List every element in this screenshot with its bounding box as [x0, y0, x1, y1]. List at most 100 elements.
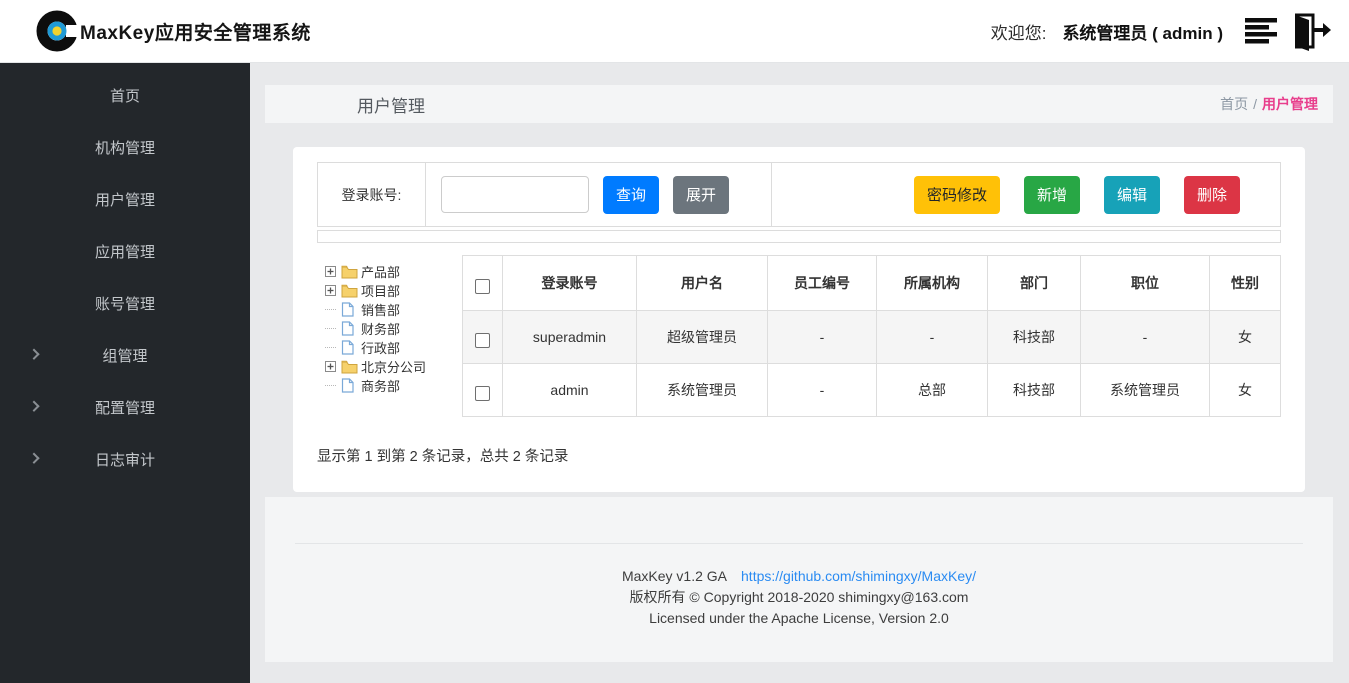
tree-expander-icon[interactable] — [325, 266, 336, 277]
tree-item[interactable]: 北京分公司 — [325, 357, 462, 376]
file-icon — [341, 378, 358, 393]
org-tree: 产品部 项目部 销售部 财务部 行政部 — [317, 255, 462, 417]
table-cell: - — [1081, 311, 1210, 364]
table-cell: - — [768, 364, 877, 417]
tree-item-label: 销售部 — [361, 300, 400, 319]
tree-connector — [325, 347, 336, 348]
footer-copyright: 版权所有 © Copyright 2018-2020 shimingxy@163… — [265, 587, 1333, 608]
sidebar-item[interactable]: 机构管理 — [0, 121, 250, 173]
tree-connector — [325, 328, 336, 329]
select-all-header-cell — [463, 256, 503, 311]
pagination-info: 显示第 1 到第 2 条记录，总共 2 条记录 — [317, 445, 1281, 466]
sidebar-item-label: 日志审计 — [95, 449, 155, 470]
search-label: 登录账号: — [318, 163, 426, 226]
delete-button[interactable]: 删除 — [1184, 176, 1240, 214]
sidebar-item-label: 应用管理 — [95, 241, 155, 262]
footer-divider — [295, 543, 1303, 544]
tree-connector — [325, 309, 336, 310]
table-row[interactable]: admin系统管理员-总部科技部系统管理员女 — [463, 364, 1281, 417]
current-user: 系统管理员 ( admin ) — [1062, 19, 1223, 44]
breadcrumb-home-link[interactable]: 首页 — [1220, 96, 1248, 112]
tree-item-label: 行政部 — [361, 338, 400, 357]
sidebar-nav: 首页 机构管理 用户管理 应用管理 账号管理 组管理 配置管理 日志审计 — [0, 63, 250, 683]
folder-icon — [341, 283, 358, 298]
edit-button[interactable]: 编辑 — [1104, 176, 1160, 214]
sidebar-item[interactable]: 首页 — [0, 69, 250, 121]
column-header: 所属机构 — [877, 256, 988, 311]
search-toolbar: 登录账号: 查询 展开 密码修改 新增 编辑 删除 — [317, 162, 1281, 227]
chevron-right-icon — [28, 453, 39, 464]
page-title: 用户管理 — [357, 92, 425, 117]
table-cell: superadmin — [503, 311, 637, 364]
sidebar-item[interactable]: 账号管理 — [0, 277, 250, 329]
sidebar-item[interactable]: 日志审计 — [0, 433, 250, 485]
page-title-bar: 用户管理 首页/用户管理 — [265, 85, 1333, 123]
tree-item-label: 北京分公司 — [361, 357, 426, 376]
footer: MaxKey v1.2 GA https://github.com/shiming… — [265, 497, 1333, 662]
tree-item-label: 项目部 — [361, 281, 400, 300]
row-checkbox[interactable] — [475, 333, 490, 348]
sidebar-item-label: 机构管理 — [95, 137, 155, 158]
tree-connector — [325, 385, 336, 386]
column-header: 性别 — [1210, 256, 1281, 311]
table-cell: 系统管理员 — [1081, 364, 1210, 417]
tree-item[interactable]: 财务部 — [325, 319, 462, 338]
table-cell: 总部 — [877, 364, 988, 417]
users-table: 登录账号用户名员工编号所属机构部门职位性别 superadmin超级管理员--科… — [462, 255, 1281, 417]
row-checkbox[interactable] — [475, 386, 490, 401]
welcome-label: 欢迎您: — [991, 19, 1047, 44]
login-account-input[interactable] — [441, 176, 589, 213]
tree-item-label: 财务部 — [361, 319, 400, 338]
file-icon — [341, 340, 358, 355]
column-header: 职位 — [1081, 256, 1210, 311]
sidebar-item-label: 首页 — [110, 85, 140, 106]
row-checkbox-cell — [463, 364, 503, 417]
footer-version: MaxKey v1.2 GA — [622, 568, 727, 584]
table-row[interactable]: superadmin超级管理员--科技部-女 — [463, 311, 1281, 364]
tree-item-label: 产品部 — [361, 262, 400, 281]
maxkey-logo-icon — [36, 10, 78, 52]
tree-item-label: 商务部 — [361, 376, 400, 395]
table-cell: 系统管理员 — [637, 364, 768, 417]
sidebar-item-label: 配置管理 — [95, 397, 155, 418]
footer-version-line: MaxKey v1.2 GA https://github.com/shiming… — [265, 566, 1333, 587]
sidebar-item[interactable]: 配置管理 — [0, 381, 250, 433]
column-header: 登录账号 — [503, 256, 637, 311]
table-cell: admin — [503, 364, 637, 417]
app-title: MaxKey应用安全管理系统 — [80, 18, 311, 45]
table-cell: - — [768, 311, 877, 364]
sidebar-item-label: 用户管理 — [95, 189, 155, 210]
folder-icon — [341, 264, 358, 279]
column-header: 用户名 — [637, 256, 768, 311]
folder-icon — [341, 359, 358, 374]
table-cell: - — [877, 311, 988, 364]
tree-item[interactable]: 产品部 — [325, 262, 462, 281]
table-cell: 科技部 — [988, 364, 1081, 417]
sidebar-item[interactable]: 组管理 — [0, 329, 250, 381]
add-button[interactable]: 新增 — [1024, 176, 1080, 214]
file-icon — [341, 302, 358, 317]
query-button[interactable]: 查询 — [603, 176, 659, 214]
breadcrumb-current: 用户管理 — [1262, 96, 1318, 112]
column-header: 部门 — [988, 256, 1081, 311]
tree-item[interactable]: 商务部 — [325, 376, 462, 395]
top-header: MaxKey应用安全管理系统 欢迎您: 系统管理员 ( admin ) — [0, 0, 1349, 63]
table-cell: 超级管理员 — [637, 311, 768, 364]
table-cell: 女 — [1210, 364, 1281, 417]
footer-github-link[interactable]: https://github.com/shimingxy/MaxKey/ — [741, 568, 976, 584]
tree-item[interactable]: 行政部 — [325, 338, 462, 357]
logout-icon[interactable] — [1287, 11, 1331, 51]
select-all-checkbox[interactable] — [475, 279, 490, 294]
table-cell: 女 — [1210, 311, 1281, 364]
tree-item[interactable]: 项目部 — [325, 281, 462, 300]
profile-list-icon[interactable] — [1243, 14, 1281, 48]
expand-button[interactable]: 展开 — [673, 176, 729, 214]
change-password-button[interactable]: 密码修改 — [914, 176, 1000, 214]
chevron-right-icon — [28, 401, 39, 412]
chevron-right-icon — [28, 349, 39, 360]
tree-expander-icon[interactable] — [325, 285, 336, 296]
tree-expander-icon[interactable] — [325, 361, 336, 372]
sidebar-item[interactable]: 用户管理 — [0, 173, 250, 225]
sidebar-item[interactable]: 应用管理 — [0, 225, 250, 277]
tree-item[interactable]: 销售部 — [325, 300, 462, 319]
